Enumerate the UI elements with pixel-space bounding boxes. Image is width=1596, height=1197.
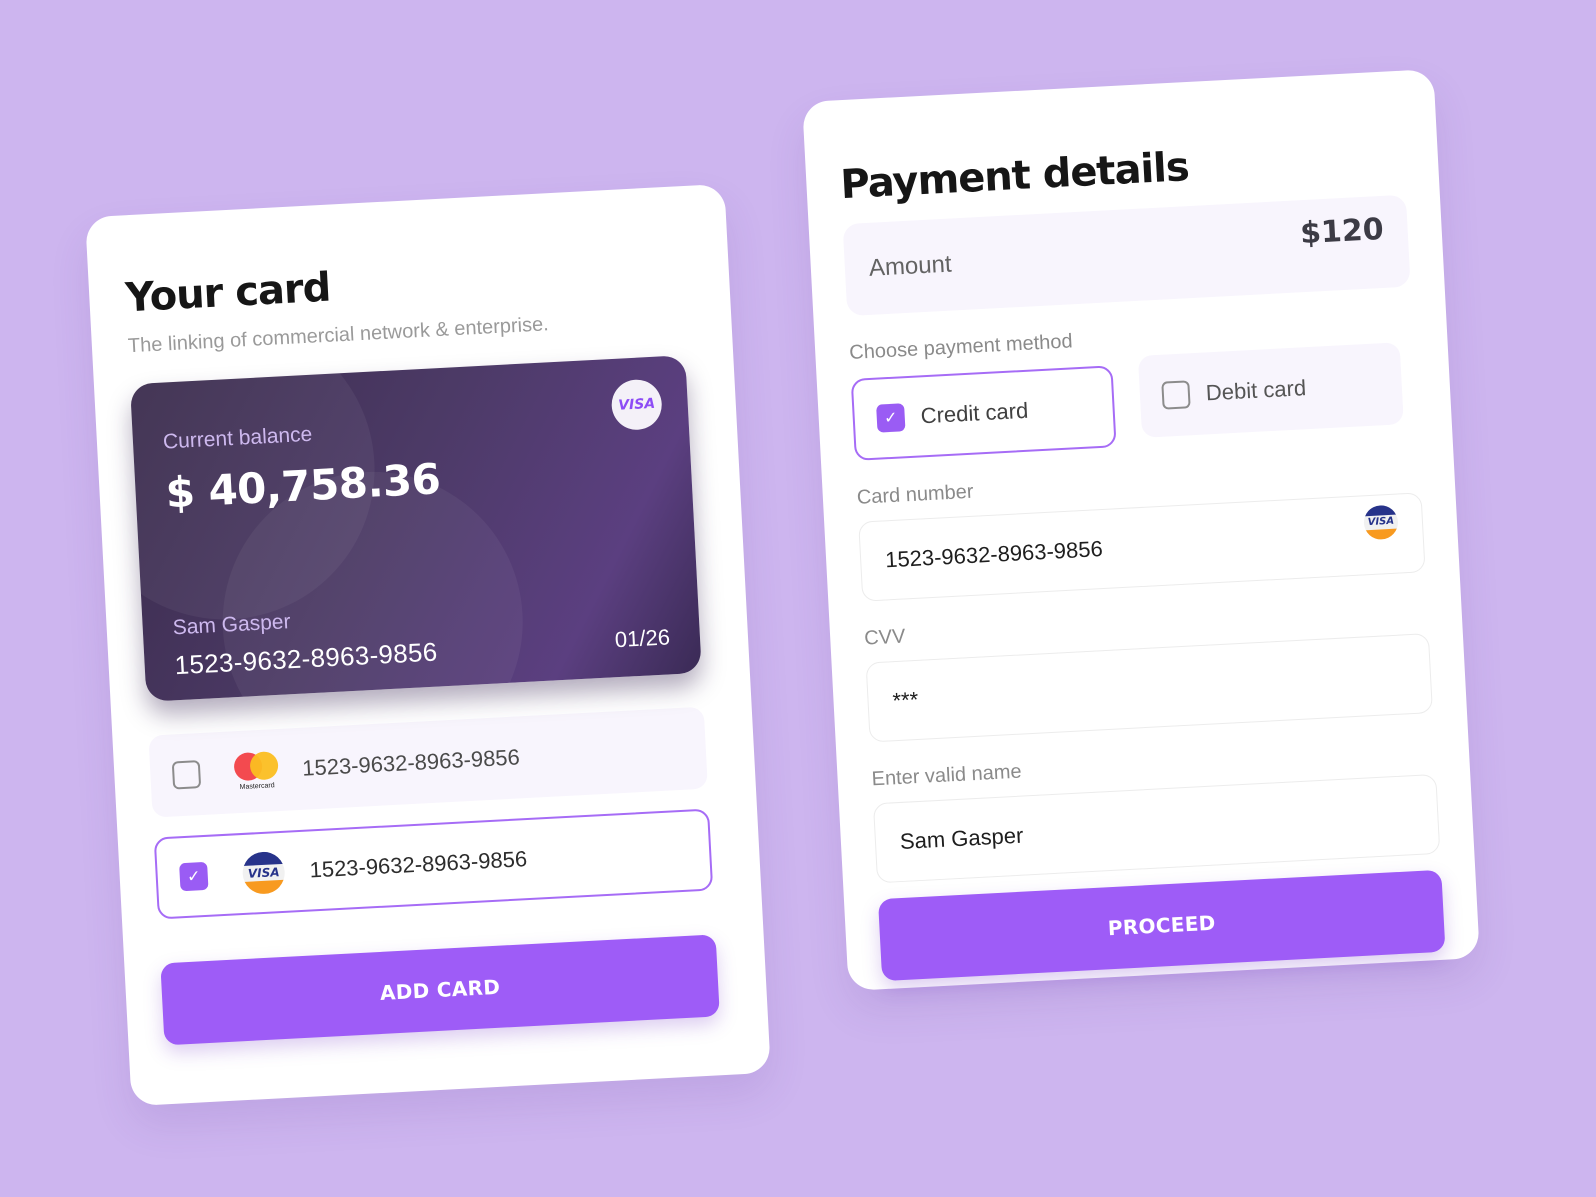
amount-summary: Amount $120 <box>842 194 1411 317</box>
credit-card-checkbox[interactable]: ✓ <box>876 403 906 433</box>
method-credit-card[interactable]: ✓ Credit card <box>850 365 1117 461</box>
cvv-field[interactable] <box>865 633 1433 743</box>
check-icon: ✓ <box>883 409 898 428</box>
saved-card-checkbox-checked[interactable]: ✓ <box>179 861 209 892</box>
balance-card[interactable]: Current balance $ 40,758.36 VISA Sam Gas… <box>129 355 702 702</box>
check-icon: ✓ <box>186 868 201 886</box>
name-input[interactable] <box>899 807 1312 856</box>
add-card-button[interactable]: ADD CARD <box>160 934 720 1046</box>
visa-logo-icon: VISA <box>1363 504 1399 541</box>
saved-card-checkbox-unchecked[interactable] <box>171 760 202 790</box>
saved-card-number: 1523-9632-8963-9856 <box>301 744 521 781</box>
payment-method-options: ✓ Credit card Debit card <box>850 342 1419 461</box>
visa-logo-icon: VISA <box>239 850 289 895</box>
visa-logo-icon: VISA <box>610 378 663 432</box>
proceed-button[interactable]: PROCEED <box>877 869 1446 982</box>
payment-details-title: Payment details <box>839 144 1190 209</box>
credit-card-label: Credit card <box>920 397 1029 429</box>
saved-card-number: 1523-9632-8963-9856 <box>308 846 528 883</box>
card-expiry: 01/26 <box>614 624 671 653</box>
amount-value: $120 <box>1299 211 1385 251</box>
payment-details-panel: Payment details Amount $120 Choose payme… <box>802 69 1480 991</box>
card-number-input[interactable] <box>884 525 1297 574</box>
card-number-field[interactable]: VISA <box>858 492 1426 602</box>
method-debit-card[interactable]: Debit card <box>1137 342 1404 438</box>
mastercard-logo-icon: Mastercard <box>231 751 281 791</box>
saved-card-mastercard[interactable]: Mastercard 1523-9632-8963-9856 <box>148 706 708 818</box>
cvv-input[interactable] <box>891 666 1304 715</box>
mastercard-label: Mastercard <box>239 782 275 792</box>
name-field[interactable] <box>872 773 1441 884</box>
amount-label: Amount <box>868 250 953 282</box>
saved-card-visa[interactable]: ✓ VISA 1523-9632-8963-9856 <box>153 808 714 920</box>
debit-card-checkbox[interactable] <box>1161 380 1191 410</box>
your-card-panel: Your card The linking of commercial netw… <box>85 183 771 1107</box>
debit-card-label: Debit card <box>1205 375 1307 406</box>
